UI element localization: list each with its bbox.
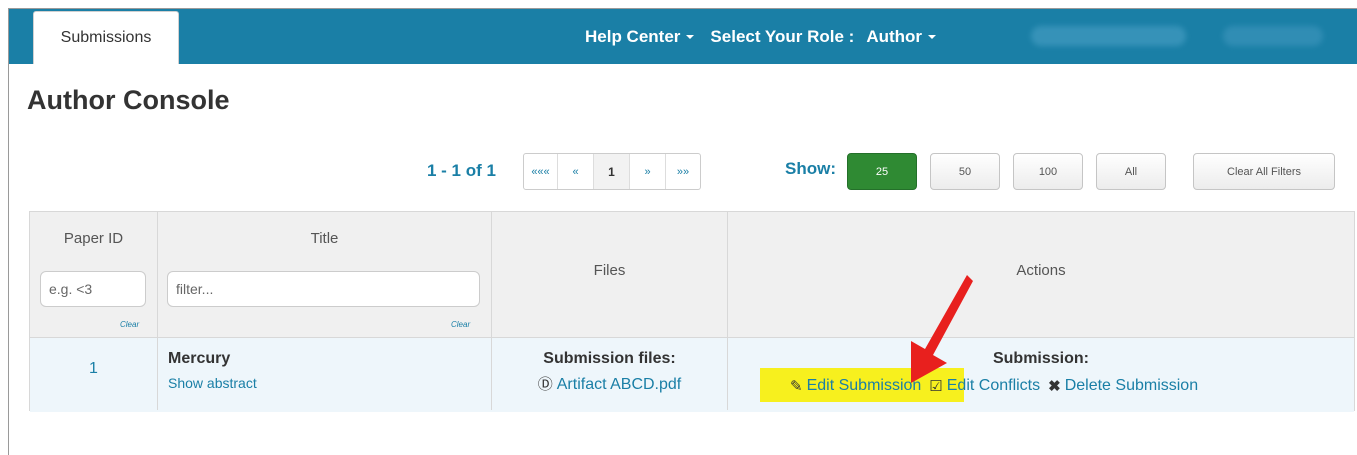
paper-id-cell[interactable]: 1 <box>30 360 157 378</box>
actions-label: Submission: <box>992 350 1089 367</box>
header-paper-id[interactable]: Paper ID <box>30 230 157 247</box>
paper-id-filter-input[interactable] <box>40 271 146 307</box>
show-25-button[interactable]: 25 <box>847 153 917 190</box>
clear-all-filters-button[interactable]: Clear All Filters <box>1193 153 1335 190</box>
pager-last-button[interactable]: »» <box>666 154 700 189</box>
actions-row: ✎ Edit Submission ☑ Edit Conflicts ✖ Delete… <box>790 377 1198 395</box>
paper-title-cell: Mercury <box>168 350 231 367</box>
file-link-wrapper[interactable]: Ⓓ Artifact ABCD.pdf <box>492 373 727 394</box>
title-clear-link[interactable]: Clear <box>451 320 470 329</box>
pager-next-button[interactable]: » <box>630 154 666 189</box>
show-abstract-link[interactable]: Show abstract <box>168 375 257 391</box>
nav-tab-submissions[interactable]: Submissions <box>33 11 179 64</box>
pager-current-page[interactable]: 1 <box>594 154 630 189</box>
col-divider <box>157 212 158 410</box>
page-title: Author Console <box>27 85 230 115</box>
delete-submission-text: Delete Submission <box>1064 377 1199 394</box>
app-frame: Submissions Help Center Select Your Role… <box>8 8 1357 455</box>
top-navbar: Submissions Help Center Select Your Role… <box>9 9 1357 64</box>
header-actions: Actions <box>1016 262 1066 279</box>
role-dropdown[interactable]: Author <box>866 26 937 47</box>
help-center-menu[interactable]: Help Center <box>585 26 695 47</box>
help-center-label: Help Center <box>585 26 681 46</box>
show-100-button[interactable]: 100 <box>1013 153 1083 190</box>
table-row: 1 Mercury Show abstract Submission files… <box>30 337 1354 412</box>
submission-files-label: Submission files: <box>543 350 676 367</box>
pager-first-button[interactable]: ««« <box>524 154 558 189</box>
header-files: Files <box>593 262 626 279</box>
edit-icon: ✎ <box>790 378 803 395</box>
show-50-button[interactable]: 50 <box>930 153 1000 190</box>
result-count: 1 - 1 of 1 <box>427 161 496 180</box>
paper-id-clear-link[interactable]: Clear <box>120 320 139 329</box>
col-divider <box>491 212 492 410</box>
role-value: Author <box>866 26 923 46</box>
col-divider <box>727 212 728 410</box>
title-filter-input[interactable] <box>167 271 480 307</box>
delete-x-icon: ✖ <box>1048 378 1061 395</box>
select-role-label: Select Your Role : <box>710 26 855 46</box>
table-header: Paper ID Title Files Actions Clear Clear <box>30 212 1354 337</box>
file-link-text: Artifact ABCD.pdf <box>556 376 682 393</box>
caret-down-icon <box>928 34 937 39</box>
pagination: ««« « 1 » »» <box>523 153 701 190</box>
blurred-menu-item[interactable] <box>1223 26 1323 46</box>
caret-down-icon <box>686 34 695 39</box>
nav-right-menu: Help Center Select Your Role : Author <box>585 9 937 64</box>
red-arrow-annotation <box>911 275 973 383</box>
download-circle-icon: Ⓓ <box>537 376 553 393</box>
blurred-user-name[interactable] <box>1031 26 1186 46</box>
show-all-button[interactable]: All <box>1096 153 1166 190</box>
header-title[interactable]: Title <box>158 230 491 247</box>
show-label: Show: <box>785 159 836 178</box>
pager-prev-button[interactable]: « <box>558 154 594 189</box>
delete-submission-link[interactable]: ✖ Delete Submission <box>1048 377 1198 395</box>
